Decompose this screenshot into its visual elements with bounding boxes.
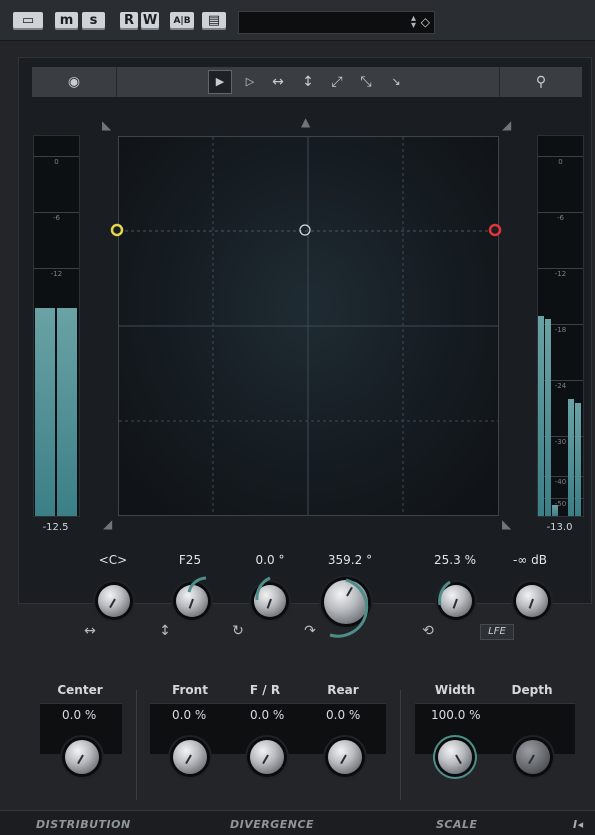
meter-bar-channel-5 — [575, 403, 581, 516]
diagonal-arrow-2-icon[interactable]: ⤡ — [356, 67, 376, 97]
front-center-speaker-icon: ▲ — [301, 115, 311, 129]
center-heading: Center — [57, 683, 103, 697]
tool-row: ◉ ▶ ▷ ↔ ↕ ⤢ ⤡ ↘ ⚲ — [32, 67, 582, 97]
meter-scale-label: -12 — [554, 270, 567, 278]
pin-icon[interactable]: ⚲ — [499, 67, 582, 97]
depth-heading: Depth — [511, 683, 553, 697]
width-heading: Width — [434, 683, 476, 697]
center-percent: 0.0 % — [62, 708, 97, 722]
solo-button[interactable]: s — [82, 12, 105, 30]
rear-heading: Rear — [327, 683, 359, 697]
divergence-icon: ⟲ — [422, 623, 434, 639]
pointer-alt-icon[interactable]: ↘ — [386, 67, 406, 97]
rear-left-speaker-icon: ◢ — [103, 517, 113, 531]
fr-heading: F / R — [249, 683, 281, 697]
depth-knob[interactable] — [516, 740, 550, 774]
section-divider — [400, 690, 401, 800]
rotate-icon: ↻ — [232, 623, 244, 639]
distribution-label: DISTRIBUTION — [36, 818, 131, 831]
front-heading: Front — [172, 683, 208, 697]
meter-bar-channel-3 — [552, 505, 558, 516]
meter-scale-label: -6 — [557, 214, 564, 222]
bypass-button[interactable]: ▭ — [13, 12, 43, 30]
meter-scale-label: 0 — [54, 158, 59, 166]
meter-scale-label: -12 — [50, 270, 63, 278]
mute-button[interactable]: m — [55, 12, 78, 30]
vertical-arrow-icon: ↕ — [159, 623, 171, 639]
select-tool-icon[interactable]: ▷ — [240, 67, 260, 97]
rear-right-speaker-icon: ◣ — [502, 517, 512, 531]
meter-bar-channel-1 — [538, 316, 544, 516]
collapse-icon[interactable]: I◂ — [573, 818, 584, 831]
meter-bar-left — [35, 308, 55, 516]
right-source-point[interactable] — [488, 223, 502, 237]
width-knob[interactable] — [438, 740, 472, 774]
scale-label: SCALE — [436, 818, 478, 831]
stepper-icon[interactable]: ▴ ▾ — [411, 14, 416, 31]
meter-scale-label: -6 — [53, 214, 60, 222]
divergence-label: DIVERGENCE — [230, 818, 315, 831]
front-right-speaker-icon: ◢ — [502, 118, 512, 132]
width-percent: 100.0 % — [431, 708, 481, 722]
source-points — [110, 223, 502, 237]
rear-percent: 0.0 % — [326, 708, 361, 722]
fr-percent: 0.0 % — [250, 708, 285, 722]
section-divider — [136, 690, 137, 800]
diagonal-arrow-icon[interactable]: ⤢ — [327, 67, 347, 97]
rear-knob[interactable] — [328, 740, 362, 774]
front-left-speaker-icon: ◣ — [102, 118, 112, 132]
lfe-badge[interactable]: LFE — [480, 624, 514, 640]
preset-dropdown[interactable]: ▴ ▾ ◇ — [238, 11, 435, 34]
meter-bar-channel-4 — [568, 399, 574, 516]
meter-scale-label: 0 — [558, 158, 563, 166]
horizontal-arrow-icon[interactable]: ↔ — [267, 67, 289, 97]
output-meter: 0 -6 -12 -18 -24 -30 -40 -50 — [537, 135, 584, 517]
meter-bar-right — [57, 308, 77, 516]
eye-icon[interactable]: ◉ — [32, 67, 117, 97]
menu-button[interactable]: ▤ — [202, 12, 226, 30]
center-source-point[interactable] — [299, 224, 311, 236]
write-button[interactable]: W — [141, 12, 159, 30]
vertical-arrow-icon[interactable]: ↕ — [298, 67, 318, 97]
fr-knob[interactable] — [250, 740, 284, 774]
output-meter-value: -13.0 — [546, 522, 573, 533]
grid-lines — [119, 137, 498, 515]
read-button[interactable]: R — [120, 12, 138, 30]
left-source-point[interactable] — [110, 223, 124, 237]
horizontal-arrow-icon: ↔ — [84, 623, 96, 639]
center-distribution-knob[interactable] — [65, 740, 99, 774]
panner-grid[interactable] — [118, 136, 499, 516]
orbit-icon: ↷ — [304, 623, 316, 639]
front-percent: 0.0 % — [172, 708, 207, 722]
meter-bar-channel-2 — [545, 319, 551, 516]
input-meter: 0 -6 -12 — [33, 135, 80, 517]
input-meter-value: -12.5 — [42, 522, 69, 533]
preset-diamond-icon[interactable]: ◇ — [421, 15, 430, 29]
front-knob[interactable] — [173, 740, 207, 774]
scale-box: 100.0 % — [415, 703, 575, 754]
ab-button[interactable]: A|B — [170, 12, 194, 30]
pointer-tool-icon[interactable]: ▶ — [208, 70, 232, 94]
